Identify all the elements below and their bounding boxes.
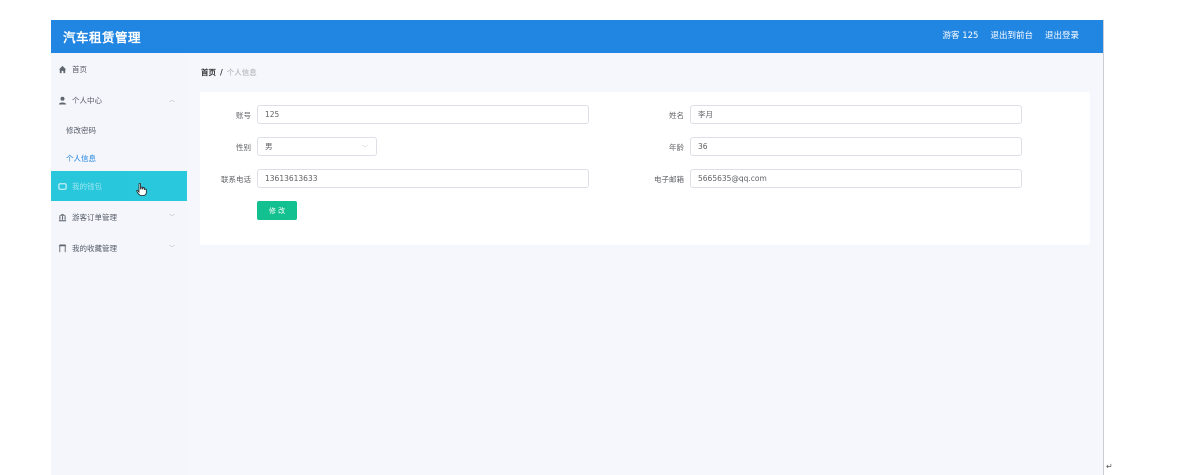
sidebar-item-personal-info[interactable]: 个人信息 [51, 146, 187, 170]
sidebar-item-label: 首页 [72, 64, 87, 74]
name-input[interactable]: 李月 [690, 105, 1022, 124]
gender-select[interactable]: 男 ﹀ [257, 137, 377, 156]
sidebar-item-label: 个人中心 [72, 95, 102, 105]
back-to-front-link[interactable]: 退出到前台 [990, 29, 1033, 41]
sidebar-item-label: 修改密码 [66, 125, 96, 135]
chevron-down-icon: ﹀ [168, 214, 175, 221]
top-header: 汽车租赁管理 游客 125 退出到前台 退出登录 [51, 20, 1103, 53]
hand-cursor-icon [136, 183, 147, 199]
header-nav: 游客 125 退出到前台 退出登录 [943, 29, 1079, 41]
sidebar-item-home[interactable]: 首页 [51, 57, 187, 81]
sidebar-item-label: 我的钱包 [72, 181, 102, 191]
chevron-down-icon: ﹀ [168, 245, 175, 252]
collection-icon [58, 243, 67, 253]
sidebar: 首页 个人中心 ︿ 修改密码 个人信息 我的钱包 游客订单管理 ﹀ 我的收藏管理… [51, 53, 187, 475]
gender-select-value: 男 [265, 142, 273, 151]
chevron-up-icon: ︿ [168, 97, 175, 104]
app-window: 汽车租赁管理 游客 125 退出到前台 退出登录 首页 个人中心 ︿ 修改密码 … [51, 20, 1103, 475]
return-mark-icon: ↵ [1106, 462, 1113, 471]
email-label: 电子邮箱 [654, 175, 684, 184]
sidebar-item-personal-center[interactable]: 个人中心 ︿ [51, 88, 187, 112]
gender-label: 性别 [236, 143, 251, 152]
account-input[interactable]: 125 [257, 105, 589, 124]
account-label: 账号 [236, 111, 251, 120]
chevron-down-icon: ﹀ [361, 145, 368, 152]
current-user-label: 游客 125 [942, 31, 979, 41]
submit-edit-button[interactable]: 修 改 [257, 201, 297, 220]
logout-link[interactable]: 退出登录 [1045, 29, 1079, 41]
breadcrumb: 首页 / 个人信息 [201, 67, 257, 78]
age-label: 年龄 [669, 143, 684, 152]
age-input[interactable]: 36 [690, 137, 1022, 156]
home-icon [58, 65, 67, 74]
email-input[interactable]: 5665635@qq.com [690, 169, 1022, 188]
phone-input[interactable]: 13613613633 [257, 169, 589, 188]
sidebar-item-orders[interactable]: 游客订单管理 ﹀ [51, 205, 187, 229]
sidebar-item-label: 个人信息 [66, 153, 96, 163]
user-icon [58, 96, 67, 105]
sidebar-item-label: 我的收藏管理 [72, 243, 117, 253]
breadcrumb-home[interactable]: 首页 [201, 68, 216, 77]
breadcrumb-current: 个人信息 [226, 68, 257, 77]
personal-info-form: 账号 125 姓名 李月 性别 男 ﹀ 年龄 36 联系电话 136136136… [200, 92, 1090, 245]
sidebar-item-change-password[interactable]: 修改密码 [51, 118, 187, 142]
sidebar-item-favorites[interactable]: 我的收藏管理 ﹀ [51, 236, 187, 260]
app-title: 汽车租赁管理 [63, 30, 142, 45]
name-label: 姓名 [669, 111, 684, 120]
wallet-icon [58, 182, 67, 191]
sidebar-item-label: 游客订单管理 [72, 212, 117, 222]
bank-icon [58, 213, 67, 222]
window-border [1103, 20, 1104, 475]
phone-label: 联系电话 [221, 175, 251, 184]
breadcrumb-separator: / [220, 68, 223, 77]
sidebar-item-wallet[interactable]: 我的钱包 [51, 171, 187, 201]
